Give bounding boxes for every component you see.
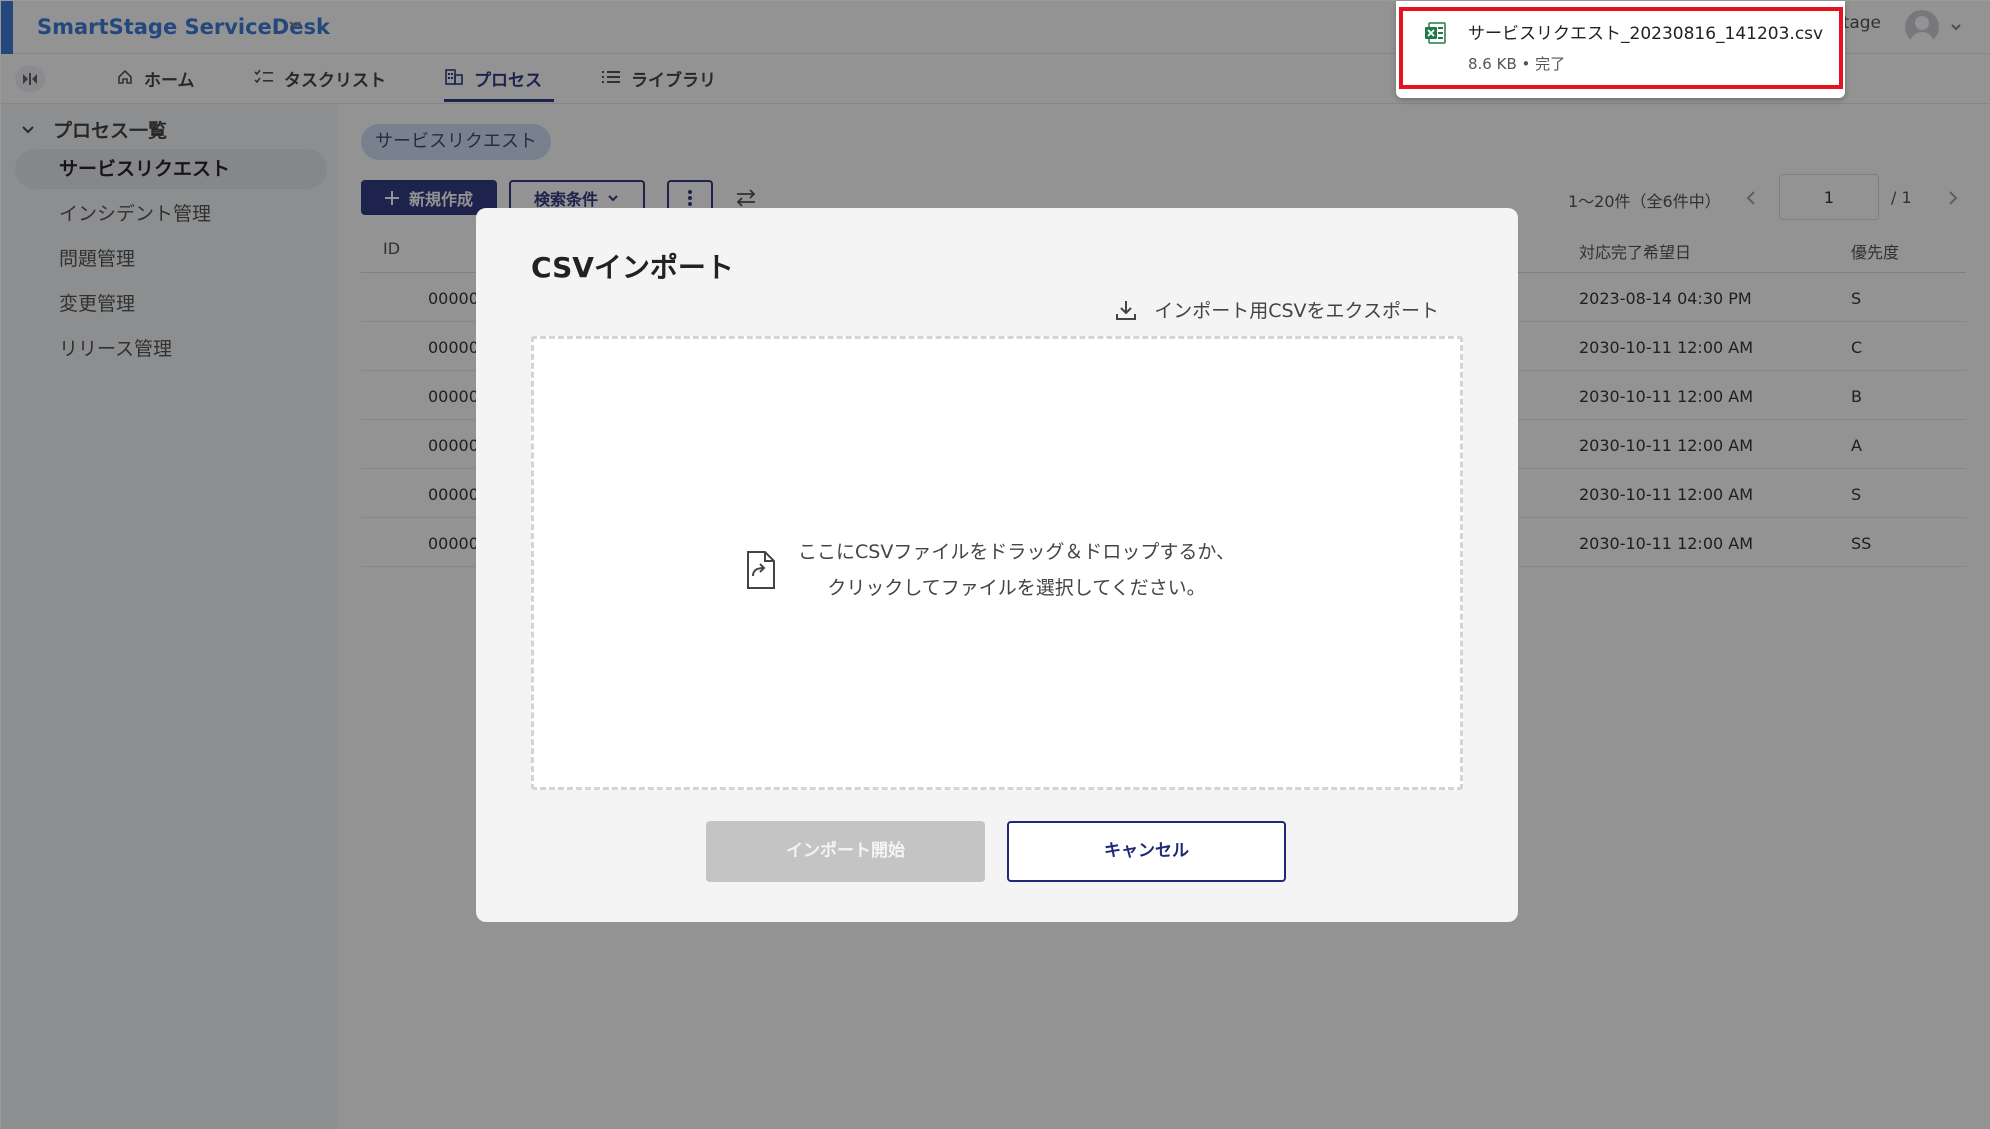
dropzone-content: ここにCSVファイルをドラッグ＆ドロップするか、 クリックしてファイルを選択して… <box>744 534 1235 606</box>
download-file-name[interactable]: サービスリクエスト_20230816_141203.csv <box>1468 19 1823 44</box>
dropzone-text-line-2: クリックしてファイルを選択してください。 <box>827 577 1206 599</box>
dropzone-text: ここにCSVファイルをドラッグ＆ドロップするか、 クリックしてファイルを選択して… <box>798 534 1235 606</box>
start-import-button[interactable]: インポート開始 <box>706 821 985 882</box>
dropzone-text-line-1: ここにCSVファイルをドラッグ＆ドロップするか、 <box>798 541 1235 563</box>
export-link-label: インポート用CSVをエクスポート <box>1154 300 1439 322</box>
download-popup: サービスリクエスト_20230816_141203.csv 8.6 KB • 完… <box>1396 1 1845 98</box>
cancel-button[interactable]: キャンセル <box>1007 821 1286 882</box>
csv-import-dialog: CSVインポート インポート用CSVをエクスポート ここにCSVファイルをドラッ… <box>476 208 1518 922</box>
app-window: SmartStage ServiceDesk Stage ホーム タスクリスト … <box>0 0 1990 1129</box>
export-template-link[interactable]: インポート用CSVをエクスポート <box>1114 296 1439 323</box>
download-status: 8.6 KB • 完了 <box>1468 55 1566 73</box>
file-import-icon <box>747 551 775 589</box>
excel-file-icon[interactable] <box>1423 21 1447 45</box>
download-icon <box>1116 300 1137 320</box>
dialog-title: CSVインポート <box>531 251 734 284</box>
file-dropzone[interactable]: ここにCSVファイルをドラッグ＆ドロップするか、 クリックしてファイルを選択して… <box>531 336 1463 790</box>
